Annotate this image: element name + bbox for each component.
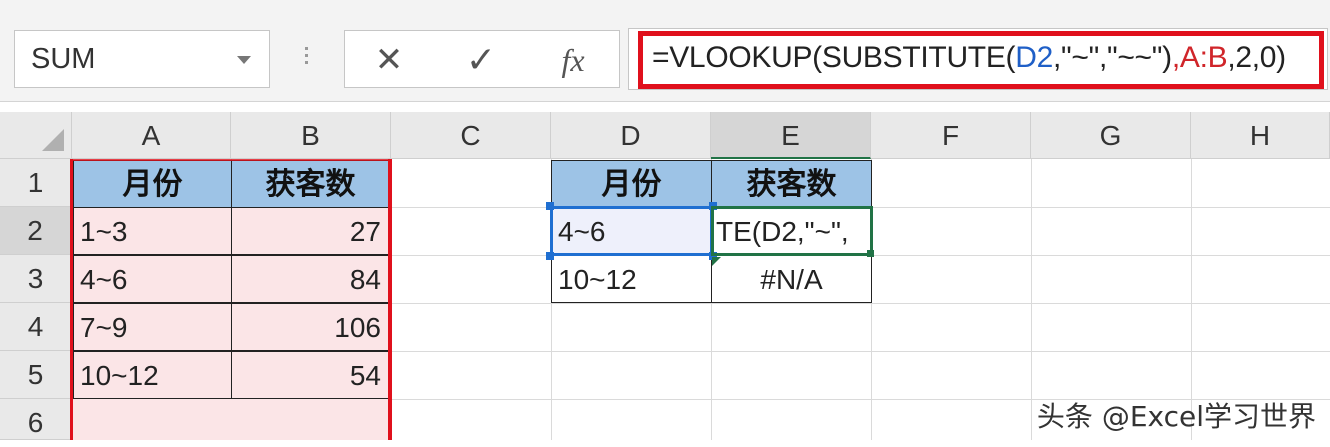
column-header-e[interactable]: E: [711, 112, 871, 159]
cell-a1[interactable]: 月份: [73, 160, 232, 208]
formula-part-func: =VLOOKUP(SUBSTITUTE(: [652, 41, 1016, 74]
formula-ref-ab: A:B: [1179, 41, 1228, 74]
cell-b3[interactable]: 84: [231, 255, 390, 303]
cell-b5[interactable]: 54: [231, 351, 390, 399]
column-header-a[interactable]: A: [72, 112, 231, 159]
enter-icon[interactable]: ✓: [451, 35, 511, 85]
cell-d3[interactable]: 10~12: [551, 255, 712, 303]
cell-a5[interactable]: 10~12: [73, 351, 232, 399]
active-cell-border: [711, 206, 873, 256]
fill-handle[interactable]: [867, 250, 874, 257]
formula-text: =VLOOKUP(SUBSTITUTE(D2,"~","~~"),A:B,2,0…: [652, 41, 1286, 75]
formula-ref-d2: D2: [1015, 41, 1053, 74]
row-header-5[interactable]: 5: [0, 351, 72, 399]
resize-handle[interactable]: [546, 202, 554, 210]
cell-d1[interactable]: 月份: [551, 160, 712, 208]
cancel-icon[interactable]: ✕: [359, 35, 419, 85]
formula-buttons: ✕ ✓ fx: [344, 30, 620, 88]
cell-b4[interactable]: 106: [231, 303, 390, 351]
cell-b1[interactable]: 获客数: [231, 160, 390, 208]
column-header-c[interactable]: C: [391, 112, 551, 159]
gridline: [1031, 159, 1032, 440]
column-header-h[interactable]: H: [1191, 112, 1330, 159]
name-box[interactable]: SUM: [14, 30, 270, 88]
drag-handle-icon[interactable]: [300, 43, 312, 75]
cell-e1[interactable]: 获客数: [711, 160, 872, 208]
cell-b2[interactable]: 27: [231, 207, 390, 255]
range-outline-left: [70, 159, 73, 440]
formula-part-tail: ,2,0): [1227, 41, 1286, 74]
select-all-button[interactable]: [0, 112, 72, 159]
row-header-1[interactable]: 1: [0, 159, 72, 207]
row-header-6[interactable]: 6: [0, 399, 72, 440]
chevron-down-icon[interactable]: [237, 56, 251, 64]
cell-a3[interactable]: 4~6: [73, 255, 232, 303]
resize-handle[interactable]: [546, 252, 554, 260]
formula-part-args: ,"~","~~"): [1052, 41, 1172, 74]
cell-a2[interactable]: 1~3: [73, 207, 232, 255]
insert-function-button[interactable]: fx: [543, 35, 603, 85]
range-outline-right: [388, 159, 392, 440]
cell-e3[interactable]: #N/A: [711, 255, 872, 303]
cell-a4[interactable]: 7~9: [73, 303, 232, 351]
column-header-g[interactable]: G: [1031, 112, 1191, 159]
formula-part-close: ,: [1171, 41, 1180, 74]
range-outline-top: [70, 159, 392, 161]
error-indicator-icon[interactable]: [712, 257, 721, 266]
watermark: 头条 @Excel学习世界: [1036, 400, 1316, 433]
column-header-d[interactable]: D: [551, 112, 711, 159]
name-box-value: SUM: [31, 43, 96, 75]
row-header-3[interactable]: 3: [0, 255, 72, 303]
column-header-b[interactable]: B: [231, 112, 391, 159]
reference-highlight-d2: [550, 206, 713, 256]
row-header-4[interactable]: 4: [0, 303, 72, 351]
column-header-f[interactable]: F: [871, 112, 1031, 159]
row-header-2[interactable]: 2: [0, 207, 72, 255]
